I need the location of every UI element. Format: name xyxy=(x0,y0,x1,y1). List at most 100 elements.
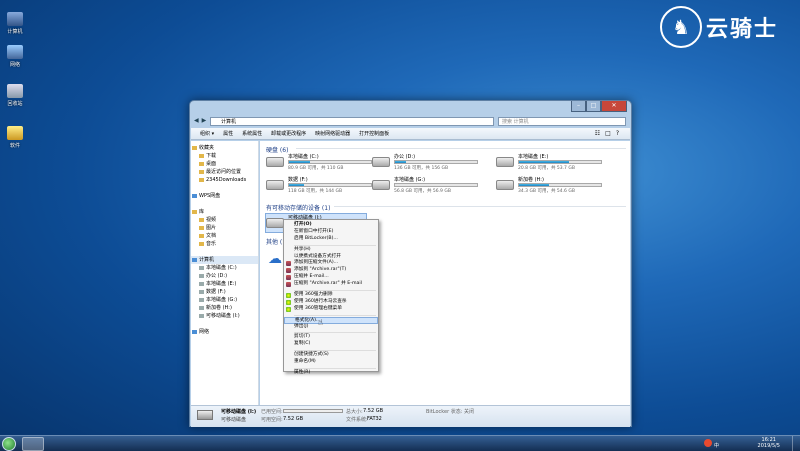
sidebar-item[interactable]: 新加卷 (H:) xyxy=(191,304,258,312)
sidebar-item[interactable]: 2345Downloads xyxy=(191,176,258,184)
toolbar-map-drive-button[interactable]: 映射网络驱动器 xyxy=(315,130,350,137)
sidebar-item[interactable]: 文档 xyxy=(191,232,258,240)
sidebar-item[interactable]: 计算机 xyxy=(191,256,258,264)
drive-item[interactable]: 办公 (D:) 136 GB 可用，共 156 GB xyxy=(372,153,482,171)
navigation-pane[interactable]: 收藏夹 下载 桌面 最近访问的位置 2345Downloads WPS网盘库视频 图片 文档音… xyxy=(191,141,259,405)
command-bar: 组织 ▾ 属性 系统属性 卸载或更改程序 映射网络驱动器 打开控制面板 ☷□? xyxy=(191,128,630,140)
menu-item[interactable]: 格式化(A)... xyxy=(284,316,378,324)
context-menu[interactable]: 打开(O) 在新窗口中打开(E) 启用 BitLocker(B)... 共享(H) 以便… xyxy=(283,219,379,375)
drive-item[interactable]: 本地磁盘 (G:) 56.8 GB 可用，共 56.9 GB xyxy=(372,176,482,194)
menu-item[interactable]: 重命名(M) xyxy=(284,359,378,366)
drive-item[interactable]: 本地磁盘 (E:) 20.8 GB 可用，共 53.7 GB xyxy=(496,153,606,171)
drive-item[interactable]: 数据 (F:) 118 GB 可用，共 144 GB xyxy=(266,176,376,194)
close-button[interactable]: ✕ xyxy=(601,101,627,112)
maximize-button[interactable]: □ xyxy=(586,101,601,112)
status-fs-value: FAT32 xyxy=(367,416,382,422)
view-controls[interactable]: ☷□? xyxy=(595,130,624,137)
sidebar-item[interactable]: 下载 xyxy=(191,152,258,160)
sidebar-item[interactable]: 本地磁盘 (C:) xyxy=(191,264,258,272)
drive-free-text: 34.3 GB 可用，共 54.6 GB xyxy=(518,189,575,194)
menu-item[interactable]: 在新窗口中打开(E) xyxy=(284,229,378,236)
menu-item[interactable]: 使用 360进行木马云查杀 xyxy=(284,299,378,306)
nav-arrows[interactable]: ◀▶ xyxy=(194,117,209,124)
desktop-icon-network[interactable]: 网络 xyxy=(0,45,30,68)
drive-item[interactable]: 新加卷 (H:) 34.3 GB 可用，共 54.6 GB xyxy=(496,176,606,194)
menu-item[interactable]: 打开(O) xyxy=(284,222,378,229)
menu-item[interactable]: 复制(C) xyxy=(284,341,378,348)
sidebar-item[interactable]: 库 xyxy=(191,208,258,216)
clock[interactable]: 16:21 2019/5/5 xyxy=(758,437,780,449)
status-used-label: 已用空间: xyxy=(261,409,283,415)
menu-item[interactable]: 属性(R) xyxy=(284,370,378,377)
library-icon xyxy=(192,209,197,214)
recycle-bin-icon xyxy=(7,84,23,98)
menu-item-label: 使用 360管理右键菜单 xyxy=(294,305,342,311)
menu-item[interactable]: 使用 360管理右键菜单 xyxy=(284,306,378,313)
menu-item[interactable]: 压缩到 "Archive.rar" 并 E-mail xyxy=(284,281,378,288)
search-input[interactable]: 搜索 计算机 xyxy=(498,117,626,126)
system-tray[interactable]: 中 xyxy=(704,439,744,449)
drive-usage-bar xyxy=(394,160,478,164)
drive-name: 本地磁盘 (G:) xyxy=(394,177,426,183)
sidebar-item[interactable]: 最近访问的位置 xyxy=(191,168,258,176)
menu-item-label: 格式化(A)... xyxy=(295,317,321,323)
sidebar-item[interactable]: 视频 xyxy=(191,216,258,224)
folder-icon xyxy=(199,161,204,166)
menu-item[interactable]: 共享(H) xyxy=(284,247,378,254)
sidebar-item-label: 收藏夹 xyxy=(199,145,215,151)
sidebar-item-label: 新加卷 (H:) xyxy=(206,305,232,311)
menu-item[interactable]: 启用 BitLocker(B)... xyxy=(284,236,378,243)
drive-icon xyxy=(199,265,204,270)
toolbar-properties-button[interactable]: 属性 xyxy=(223,130,233,137)
computer-icon xyxy=(7,12,23,26)
menu-item[interactable]: 弹出(J) xyxy=(284,324,378,331)
status-drive-name: 可移动磁盘 (I:) xyxy=(221,409,257,415)
sidebar-item[interactable]: 收藏夹 xyxy=(191,144,258,152)
desktop-icon-computer[interactable]: 计算机 xyxy=(0,12,30,35)
desktop-icon-recycle-bin[interactable]: 回收站 xyxy=(0,84,30,107)
knight-logo-icon: ♞ xyxy=(659,6,702,48)
toolbar-organize-button[interactable]: 组织 ▾ xyxy=(200,130,214,137)
sidebar-item[interactable]: 网络 xyxy=(191,328,258,336)
sidebar-item[interactable]: 数据 (F:) xyxy=(191,288,258,296)
drive-usage-fill xyxy=(289,161,311,163)
status-total-label: 总大小: xyxy=(346,409,363,415)
status-free-label: 可用空间: xyxy=(261,417,283,423)
address-bar[interactable]: 计算机 xyxy=(210,117,494,126)
menu-item-label: 复制(C) xyxy=(294,341,311,347)
winrar-icon xyxy=(286,261,291,267)
sidebar-item[interactable]: 图片 xyxy=(191,224,258,232)
section-removable[interactable]: 有可移动存储的设备 (1) xyxy=(266,203,626,212)
show-desktop-button[interactable] xyxy=(792,436,800,451)
sidebar-item[interactable]: 本地磁盘 (E:) xyxy=(191,280,258,288)
sidebar-item[interactable]: WPS网盘 xyxy=(191,192,258,200)
sidebar-item[interactable]: 办公 (D:) xyxy=(191,272,258,280)
minimize-button[interactable]: – xyxy=(571,101,586,112)
sidebar-item[interactable]: 本地磁盘 (G:) xyxy=(191,296,258,304)
desktop-icon-software[interactable]: 软件 xyxy=(0,126,30,149)
start-button[interactable] xyxy=(2,437,16,451)
toolbar-uninstall-button[interactable]: 卸载或更改程序 xyxy=(271,130,306,137)
drive-free-text: 20.8 GB 可用，共 53.7 GB xyxy=(518,166,575,171)
drive-icon xyxy=(199,281,204,286)
drive-usage-fill xyxy=(395,161,406,163)
title-bar[interactable]: – □ ✕ xyxy=(190,101,631,115)
sidebar-item[interactable]: 可移动磁盘 (I:) xyxy=(191,312,258,320)
brand-name: 云骑士 xyxy=(705,17,778,42)
sidebar-item[interactable]: 桌面 xyxy=(191,160,258,168)
usb-icon xyxy=(199,313,204,318)
sidebar-item[interactable]: 音乐 xyxy=(191,240,258,248)
cloud-icon[interactable]: ☁ xyxy=(268,251,282,267)
sidebar-item-label: 本地磁盘 (E:) xyxy=(206,281,237,287)
explorer-window[interactable]: – □ ✕ ◀▶ 计算机 搜索 计算机 组织 ▾ 属性 系统属性 卸载或更改程序… xyxy=(189,100,632,427)
menu-item[interactable]: 使用 360强力删除 xyxy=(284,292,378,299)
toolbar-control-panel-button[interactable]: 打开控制面板 xyxy=(359,130,389,137)
sidebar-item xyxy=(191,184,258,192)
drive-item[interactable]: 本地磁盘 (C:) 80.9 GB 可用，共 110 GB xyxy=(266,153,376,171)
details-pane: 可移动磁盘 (I:) 可移动磁盘 已用空间: 可用空间: 7.52 GB 总大小… xyxy=(191,405,630,427)
status-fs-label: 文件系统: xyxy=(346,417,368,423)
drive-usage-fill xyxy=(519,161,570,163)
drive-icon xyxy=(199,297,204,302)
toolbar-system-properties-button[interactable]: 系统属性 xyxy=(242,130,262,137)
taskbar-explorer-button[interactable] xyxy=(22,437,44,451)
